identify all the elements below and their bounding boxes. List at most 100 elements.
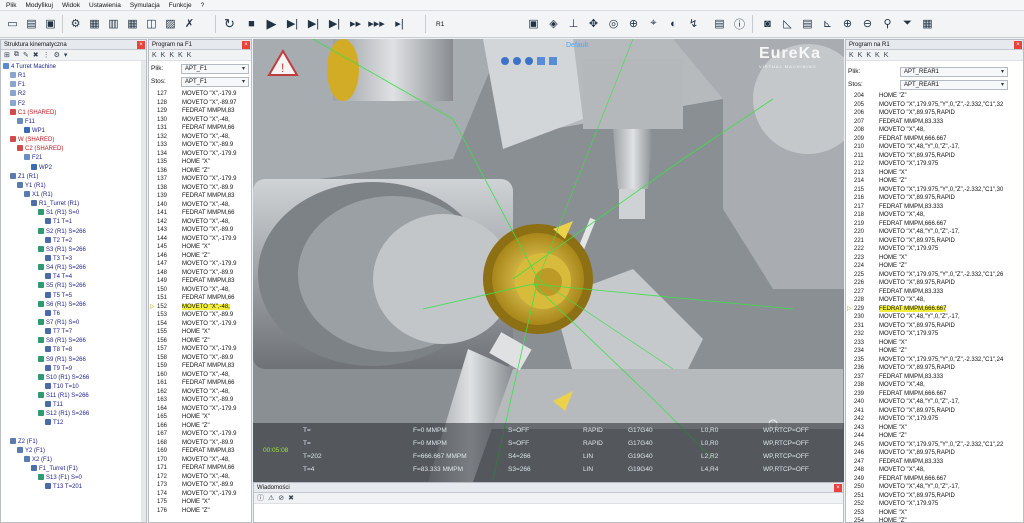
copy-icon[interactable]: ⧉ — [14, 51, 19, 59]
tree-icon[interactable]: ⋮ — [43, 51, 50, 59]
program-line[interactable]: 218 MOVETO "X",48, — [854, 211, 1023, 220]
program-line[interactable]: 212 MOVETO "X",179.975 — [854, 160, 1023, 169]
program-line[interactable]: 151 FEDRAT MMPM,66 — [157, 294, 251, 303]
tree-node[interactable]: S5 (R1) S=266 — [3, 282, 146, 291]
program-line[interactable]: 239 FEDRAT MMPM,666.667 — [854, 390, 1023, 399]
program-line[interactable]: 209 FEDRAT MMPM,666.667 — [854, 135, 1023, 144]
program-line[interactable]: 208 MOVETO "X",48, — [854, 126, 1023, 135]
step-icon[interactable]: K — [884, 52, 889, 59]
error-icon[interactable]: ⊘ — [278, 494, 284, 502]
menu-item[interactable]: Modyfikuj — [25, 2, 52, 9]
program-line[interactable]: 127 MOVETO "X",-179.9 — [157, 90, 251, 99]
program-line[interactable]: 169 FEDRAT MMPM,83 — [157, 447, 251, 456]
edit-icon[interactable]: ✎ — [23, 51, 29, 59]
program-line[interactable]: 211 MOVETO "X",89.975,RAPID — [854, 152, 1023, 161]
step-icon[interactable]: K — [178, 52, 183, 59]
tree-node[interactable]: C2 (SHARED) — [3, 145, 146, 154]
program-line[interactable]: 226 MOVETO "X",89.975,RAPID — [854, 279, 1023, 288]
program-line[interactable]: 243 HOME "X" — [854, 424, 1023, 433]
view-sphere-icon[interactable] — [513, 57, 521, 65]
program-line[interactable]: 173 MOVETO "X",-89.9 — [157, 481, 251, 490]
program-line[interactable]: 235 MOVETO "X",179.975,"Y",0,"Z",-2.332,"… — [854, 356, 1023, 365]
tree-node[interactable]: T1 T=1 — [3, 218, 146, 227]
program-line[interactable]: 137 MOVETO "X",-179.9 — [157, 175, 251, 184]
step-icon[interactable]: K — [169, 52, 174, 59]
program-line[interactable]: 147 MOVETO "X",-179.9 — [157, 260, 251, 269]
add-icon[interactable]: ⊞ — [4, 51, 10, 59]
program-line[interactable]: 213 HOME "X" — [854, 169, 1023, 178]
menu-item[interactable]: Funkcje — [169, 2, 192, 9]
tree-node[interactable]: S3 (R1) S=266 — [3, 245, 146, 255]
layers-icon[interactable]: ▤ — [800, 16, 815, 31]
program-line[interactable]: 216 MOVETO "X",89.975,RAPID — [854, 194, 1023, 203]
program-line[interactable]: 236 MOVETO "X",89.975,RAPID — [854, 364, 1023, 373]
fast-forward-icon[interactable]: ▸▸ — [348, 16, 363, 31]
program-line[interactable]: 217 FEDRAT MMPM,83.333 — [854, 203, 1023, 212]
tree-node[interactable] — [3, 429, 146, 438]
program-line[interactable]: 242 MOVETO "X",179.975 — [854, 415, 1023, 424]
program-line[interactable]: 219 FEDRAT MMPM,666.667 — [854, 220, 1023, 229]
file-select[interactable]: APT_REAR1 — [900, 66, 1008, 77]
tree-node[interactable]: F11 — [3, 117, 146, 127]
step-icon[interactable]: K — [849, 52, 854, 59]
close-icon[interactable]: × — [137, 40, 145, 49]
settings-icon[interactable]: ⚙ — [54, 51, 60, 59]
program-line[interactable]: 165 HOME "X" — [157, 413, 251, 422]
tree-node[interactable]: F1_Turret (F1) — [3, 465, 146, 474]
program-line[interactable]: 172 MOVETO "X",-48, — [157, 473, 251, 482]
program-line[interactable]: 145 HOME "X" — [157, 243, 251, 252]
tree-node[interactable]: T11 — [3, 401, 146, 410]
tree-node[interactable]: F1 — [3, 81, 146, 90]
tree-node[interactable]: Z1 (R1) — [3, 172, 146, 182]
tree-scrollbar[interactable] — [141, 61, 146, 522]
reset-icon[interactable]: ↻ — [222, 16, 237, 31]
tree-node[interactable]: F2 — [3, 99, 146, 109]
tool-icon[interactable]: ⊥ — [566, 16, 581, 31]
tree-node[interactable]: T7 T=7 — [3, 328, 146, 337]
program-line[interactable]: 162 MOVETO "X",-48, — [157, 388, 251, 397]
tree-node[interactable]: S11 (R1) S=266 — [3, 392, 146, 401]
step-icon[interactable]: ▶| — [285, 16, 300, 31]
menu-item[interactable]: Widok — [62, 2, 80, 9]
workpiece-icon[interactable]: ◎ — [606, 16, 621, 31]
program-line[interactable]: 144 MOVETO "X",-179.9 — [157, 235, 251, 244]
program-line[interactable]: 233 HOME "X" — [854, 339, 1023, 348]
tree-node[interactable]: T9 T=9 — [3, 364, 146, 374]
program-line[interactable]: 136 HOME "Z" — [157, 167, 251, 176]
view-cube-icon[interactable] — [537, 57, 545, 65]
play-icon[interactable]: ▶ — [264, 16, 279, 31]
tree-node[interactable]: S12 (R1) S=266 — [3, 410, 146, 419]
view-front-icon[interactable]: ▣ — [526, 16, 541, 31]
layout-icon[interactable]: ▥ — [106, 16, 121, 31]
snapshot-icon[interactable]: ◙ — [760, 16, 775, 31]
program-line[interactable]: 163 MOVETO "X",-89.9 — [157, 396, 251, 405]
step-icon[interactable]: K — [858, 52, 863, 59]
skip-icon[interactable]: ▸▸▸ — [368, 16, 385, 31]
skip-end-icon[interactable]: ▸| — [392, 16, 407, 31]
program-line[interactable]: 167 MOVETO "X",-179.9 — [157, 430, 251, 439]
zoom-in-icon[interactable]: ⊕ — [840, 16, 855, 31]
machine-icon[interactable]: ⚙ — [68, 16, 83, 31]
tree-node[interactable]: R1 — [3, 72, 146, 81]
program-line[interactable]: 210 MOVETO "X",48,"Y",0,"Z",-17, — [854, 143, 1023, 152]
program-line[interactable]: 230 MOVETO "X",48,"Y",0,"Z",-17, — [854, 313, 1023, 322]
tools-icon[interactable]: ✗ — [182, 16, 197, 31]
tree-node[interactable]: R1_Turret (R1) — [3, 200, 146, 209]
program-line[interactable]: 131 FEDRAT MMPM,66 — [157, 124, 251, 133]
program-line[interactable]: 155 HOME "X" — [157, 328, 251, 337]
stack-select[interactable]: APT_REAR1 — [900, 79, 1008, 90]
program-line[interactable]: 128 MOVETO "X",-89.97 — [157, 99, 251, 108]
program-line[interactable]: 227 FEDRAT MMPM,83.333 — [854, 288, 1023, 297]
tree-node[interactable]: F21 — [3, 154, 146, 163]
axes-icon[interactable]: ⊾ — [820, 16, 835, 31]
step-icon[interactable]: K — [152, 52, 157, 59]
menu-item[interactable]: ? — [201, 2, 205, 9]
program-line[interactable]: 174 MOVETO "X",-179.9 — [157, 490, 251, 499]
program-line[interactable]: 254 HOME "Z" — [854, 517, 1023, 522]
program-line[interactable]: 176 HOME "Z" — [157, 507, 251, 516]
tree-node[interactable]: T4 T=4 — [3, 273, 146, 282]
step-icon[interactable]: K — [161, 52, 166, 59]
program-line[interactable]: 156 HOME "Z" — [157, 337, 251, 346]
tree-node[interactable]: S2 (R1) S=266 — [3, 227, 146, 237]
program-line[interactable]: 129 FEDRAT MMPM,83 — [157, 107, 251, 116]
